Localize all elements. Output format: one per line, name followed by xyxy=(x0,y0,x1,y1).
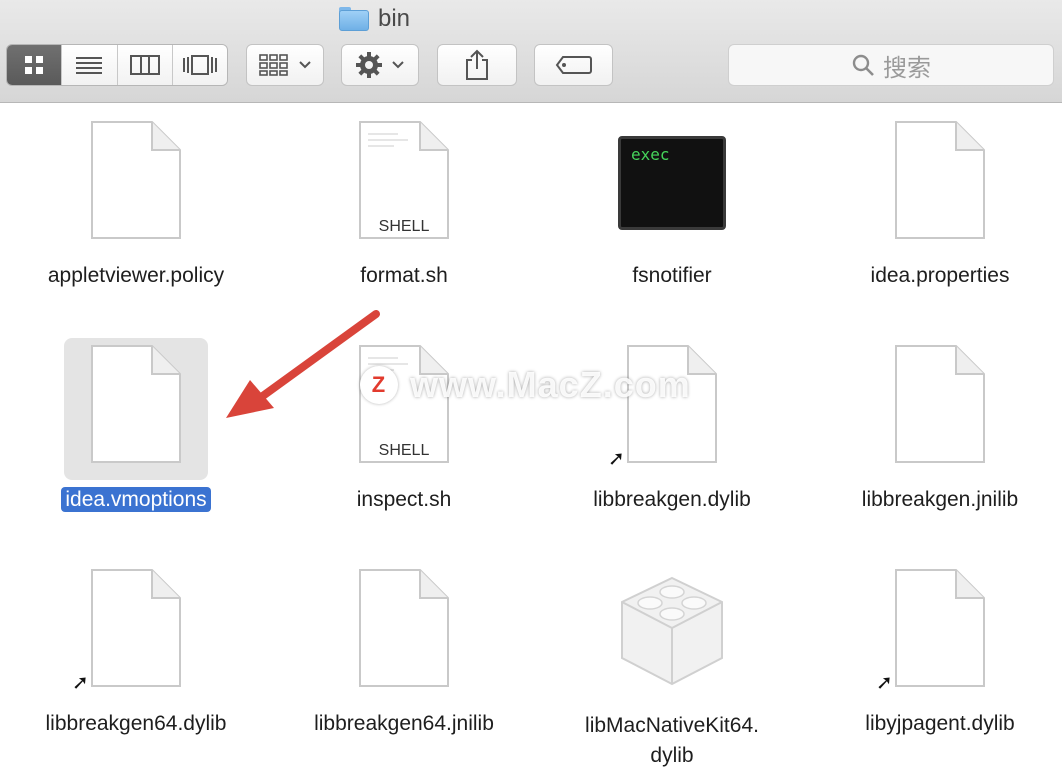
file-item[interactable]: libbreakgen.jnilib xyxy=(810,342,1062,542)
action-menu-button[interactable] xyxy=(341,44,419,86)
watermark-text: www.MacZ.com xyxy=(410,364,691,405)
coverflow-view-button[interactable] xyxy=(172,45,227,85)
file-item[interactable]: ➚ libbreakgen64.dylib xyxy=(6,566,266,766)
gear-icon xyxy=(356,52,382,78)
alias-arrow-icon: ➚ xyxy=(608,448,625,470)
column-view-icon xyxy=(129,55,160,75)
search-placeholder: 搜索 xyxy=(883,54,931,82)
icon-view-button[interactable] xyxy=(7,45,63,85)
file-item[interactable]: libMacNativeKit64. dylib xyxy=(542,566,802,767)
file-item[interactable]: exec fsnotifier xyxy=(542,118,802,318)
file-item[interactable]: idea.properties xyxy=(810,118,1062,318)
arrange-grid-icon xyxy=(259,54,288,76)
share-button[interactable] xyxy=(437,44,517,86)
search-field[interactable]: 搜索 xyxy=(728,44,1054,86)
file-item[interactable]: SHELL format.sh xyxy=(274,118,534,318)
list-view-icon xyxy=(76,57,103,74)
arrange-menu-button[interactable] xyxy=(246,44,324,86)
watermark: Z www.MacZ.com xyxy=(360,362,691,408)
file-item[interactable]: libbreakgen64.jnilib xyxy=(274,566,534,766)
file-name: appletviewer.policy xyxy=(47,264,225,287)
terminal-exec-icon: exec xyxy=(618,136,726,230)
file-item[interactable]: appletviewer.policy xyxy=(6,118,266,318)
finder-toolbar: bin 搜索 xyxy=(0,0,1062,103)
document-icon xyxy=(895,569,985,687)
alias-arrow-icon: ➚ xyxy=(876,672,893,694)
icon-view-icon xyxy=(25,56,44,74)
file-name: libMacNativeKit64. dylib xyxy=(585,714,759,767)
file-name: inspect.sh xyxy=(356,488,452,511)
file-name: libyjpagent.dylib xyxy=(865,712,1015,735)
view-mode-segmented-control xyxy=(6,44,228,86)
kernel-extension-icon xyxy=(621,576,723,686)
document-icon xyxy=(895,121,985,239)
alias-arrow-icon: ➚ xyxy=(72,672,89,694)
shell-badge: SHELL xyxy=(378,218,430,235)
document-icon xyxy=(359,569,449,687)
share-icon xyxy=(466,49,488,80)
tag-icon xyxy=(555,56,592,74)
file-name: format.sh xyxy=(360,264,448,287)
chevron-down-icon xyxy=(392,61,404,69)
chevron-down-icon xyxy=(299,61,311,69)
column-view-button[interactable] xyxy=(117,45,173,85)
search-icon xyxy=(852,54,874,76)
file-name: libbreakgen.dylib xyxy=(593,488,751,511)
file-name: libbreakgen64.dylib xyxy=(45,712,227,735)
file-item[interactable]: ➚ libyjpagent.dylib xyxy=(810,566,1062,766)
file-name: libbreakgen.jnilib xyxy=(861,488,1019,511)
document-icon xyxy=(895,345,985,463)
tags-button[interactable] xyxy=(534,44,613,86)
document-icon xyxy=(91,121,181,239)
window-title-text: bin xyxy=(378,5,411,32)
document-icon xyxy=(91,569,181,687)
file-name: idea.properties xyxy=(870,264,1010,287)
window-title: bin xyxy=(338,4,410,34)
shell-badge: SHELL xyxy=(378,442,430,459)
file-name: fsnotifier xyxy=(632,264,712,287)
file-name: libbreakgen64.jnilib xyxy=(314,712,494,735)
coverflow-view-icon xyxy=(182,55,217,75)
file-name: idea.vmoptions xyxy=(6,486,266,514)
list-view-button[interactable] xyxy=(62,45,118,85)
folder-icon xyxy=(338,6,370,32)
exec-badge: exec xyxy=(631,145,670,164)
document-icon xyxy=(91,345,181,463)
watermark-logo: Z xyxy=(360,366,398,404)
